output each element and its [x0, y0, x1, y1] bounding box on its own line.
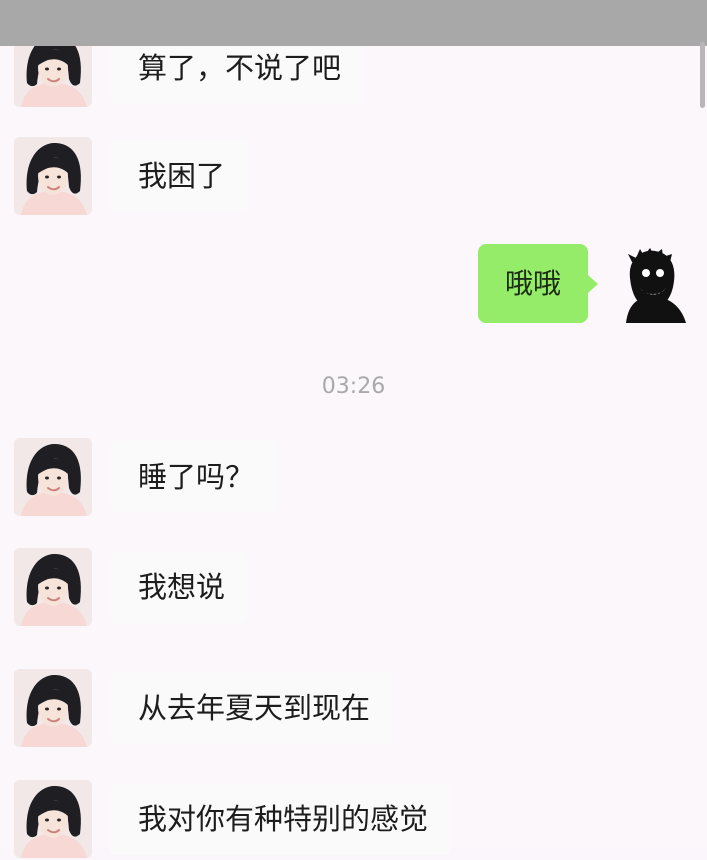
chat-scrollbar[interactable] [700, 42, 705, 108]
message-row: 我对你有种特别的感觉 [0, 780, 707, 860]
status-bar-overlay [0, 0, 707, 46]
dark-smiling-face-avatar-icon [612, 245, 692, 325]
contact-avatar[interactable] [14, 438, 92, 516]
message-row: 睡了吗？ [0, 438, 707, 518]
message-row: 从去年夏天到现在 [0, 669, 707, 749]
incoming-message-bubble[interactable]: 我困了 [110, 140, 248, 212]
contact-avatar[interactable] [14, 669, 92, 747]
woman-photo-avatar-icon [14, 137, 92, 215]
woman-photo-avatar-icon [14, 548, 92, 626]
message-row: 我想说 [0, 548, 707, 628]
contact-avatar[interactable] [14, 137, 92, 215]
chat-window: 算了，不说了吧 我困了 哦哦 03:26 睡了吗？ 我想说 从去年夏天到现在 我… [0, 0, 707, 858]
woman-photo-avatar-icon [14, 780, 92, 858]
incoming-message-bubble[interactable]: 我对你有种特别的感觉 [110, 783, 451, 855]
woman-photo-avatar-icon [14, 669, 92, 747]
incoming-message-bubble[interactable]: 我想说 [110, 551, 248, 623]
message-timestamp: 03:26 [321, 374, 386, 399]
contact-avatar[interactable] [14, 780, 92, 858]
outgoing-message-bubble[interactable]: 哦哦 [478, 244, 588, 323]
incoming-message-bubble[interactable]: 从去年夏天到现在 [110, 672, 393, 744]
incoming-message-bubble[interactable]: 睡了吗？ [110, 441, 277, 513]
self-avatar[interactable] [612, 245, 692, 325]
contact-avatar[interactable] [14, 548, 92, 626]
outgoing-bubble-tail [588, 275, 598, 293]
message-row: 我困了 [0, 137, 707, 217]
woman-photo-avatar-icon [14, 438, 92, 516]
